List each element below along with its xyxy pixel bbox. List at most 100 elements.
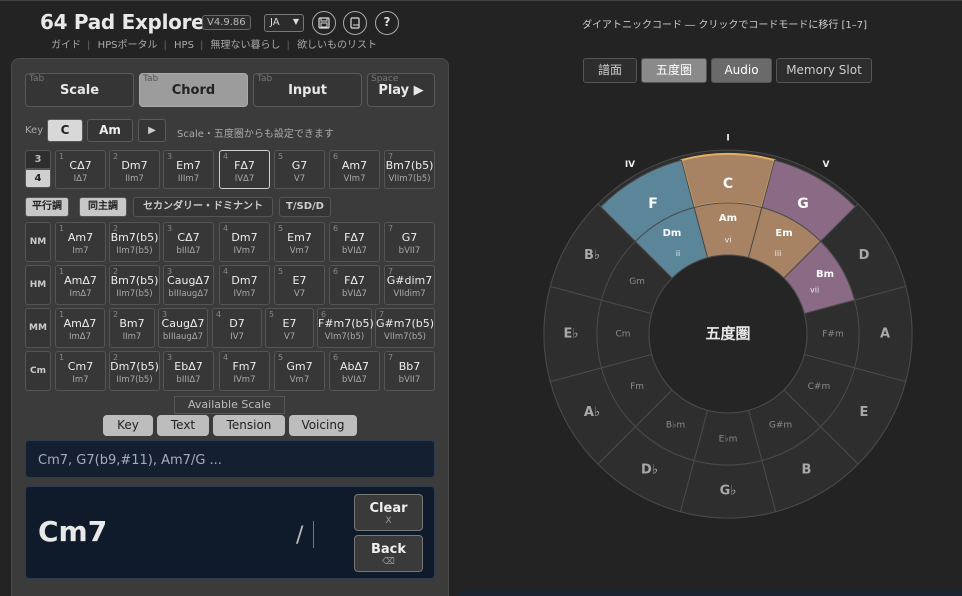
circle-key-0[interactable] [680, 153, 776, 209]
key-minor-button[interactable]: Am [87, 119, 133, 142]
nav-link-guide[interactable]: ガイド [51, 40, 81, 51]
nav-link-wishlist[interactable]: 欲しいものリスト [297, 40, 377, 51]
chord-pad[interactable]: 6 FΔ7 bVIΔ7 [329, 265, 380, 305]
language-select[interactable]: JA ▼ [264, 14, 304, 32]
pad-number: 2 [113, 310, 119, 319]
chord-input[interactable]: Cm7, G7(b9,#11), Am7/G ... [25, 440, 435, 478]
chord-pad[interactable]: 7 G#dim7 VIIdim7 [384, 265, 435, 305]
chord-pad[interactable]: 7 G#m7(b5) VIIm7(b5) [375, 308, 435, 348]
chord-pad[interactable]: 6 AbΔ7 bVIΔ7 [329, 351, 380, 391]
chord-pad[interactable]: 2 Bm7(b5) IIm7(b5) [109, 265, 160, 305]
pad-roman: Vm7 [289, 246, 310, 256]
pad-number: 5 [278, 152, 284, 161]
tab-scale[interactable]: Tab Scale [25, 73, 134, 107]
mode-secondary-dominant[interactable]: セカンダリー・ドミナント [133, 197, 273, 217]
chord-pad[interactable]: 5 E7 V7 [265, 308, 314, 348]
slash-separator: / [296, 523, 304, 548]
chord-pad[interactable]: 6 FΔ7 bVIΔ7 [329, 222, 380, 262]
chord-pad[interactable]: 4 Dm7 IVm7 [219, 222, 270, 262]
chord-pad[interactable]: 3 CaugΔ7 bIIIaugΔ7 [158, 308, 208, 348]
memory-slot-button[interactable]: Memory Slot [776, 58, 872, 83]
chord-pad[interactable]: 4 D7 IV7 [212, 308, 262, 348]
chord-pad[interactable]: 4 Dm7 IVm7 [219, 265, 270, 305]
play-button[interactable]: Space Play ▶ [367, 73, 435, 107]
chord-pad[interactable]: 5 E7 V7 [274, 265, 325, 305]
chord-pad[interactable]: 3 EbΔ7 bIIIΔ7 [163, 351, 214, 391]
chord-pad[interactable]: 2 Bm7 IIm7 [109, 308, 155, 348]
mode-parallel[interactable]: 平行調 [25, 197, 69, 217]
pad-roman: IIm7(b5) [116, 289, 153, 299]
pad-number: 3 [167, 224, 173, 233]
chord-pad[interactable]: 5 Gm7 Vm7 [274, 351, 325, 391]
pad-number: 2 [113, 152, 119, 161]
chord-pad[interactable]: 7 G7 bVII7 [384, 222, 435, 262]
diatonic-pad-1[interactable]: 1 CΔ7 IΔ7 [55, 150, 106, 189]
mode-same-tonic[interactable]: 同主調 [79, 197, 127, 217]
chord-pad[interactable]: 1 Cm7 Im7 [55, 351, 106, 391]
chord-pad[interactable]: 7 Bb7 bVII7 [384, 351, 435, 391]
chord-pad[interactable]: 3 CΔ7 bIIIΔ7 [163, 222, 214, 262]
save-button[interactable] [312, 11, 336, 35]
chord-pad[interactable]: 1 Am7 Im7 [55, 222, 106, 262]
circle-key-3[interactable] [853, 285, 913, 383]
pad-roman: bVII7 [398, 375, 421, 385]
key-play-button[interactable]: ▶ [138, 119, 166, 142]
back-label: Back [370, 542, 407, 557]
pad-number: 6 [333, 224, 339, 233]
tab-input[interactable]: Tab Input [253, 73, 362, 107]
diatonic-pad-2[interactable]: 2 Dm7 IIm7 [109, 150, 160, 189]
voicing-3-toggle[interactable]: 3 [25, 150, 51, 169]
current-chord: Cm7 [38, 515, 108, 548]
key-major-button[interactable]: C [47, 119, 83, 142]
subtab-voicing[interactable]: Voicing [289, 415, 357, 436]
book-button[interactable] [343, 11, 367, 35]
nav-link-hps[interactable]: HPS [174, 40, 194, 51]
pad-number: 6 [333, 353, 339, 362]
pad-number: 1 [59, 267, 65, 276]
nav-separator: | [87, 40, 91, 51]
nav-link-muri[interactable]: 無理ない暮らし [211, 40, 281, 51]
subtab-text[interactable]: Text [157, 415, 209, 436]
chord-pad[interactable]: 2 Dm7(b5) IIm7(b5) [109, 351, 160, 391]
pad-number: 7 [388, 353, 394, 362]
help-icon: ? [383, 15, 391, 29]
pad-number: 7 [388, 152, 394, 161]
mode-tsdd[interactable]: T/SD/D [279, 197, 331, 217]
tab-chord[interactable]: Tab Chord [139, 73, 248, 107]
available-scale-label: Available Scale [174, 396, 285, 414]
pad-number: 7 [379, 310, 385, 319]
chord-pad[interactable]: 2 Bm7(b5) IIm7(b5) [109, 222, 160, 262]
diatonic-pad-7[interactable]: 7 Bm7(b5) VIIm7(b5) [384, 150, 435, 189]
diatonic-pad-5[interactable]: 5 G7 V7 [274, 150, 325, 189]
view-score-button[interactable]: 譜面 [583, 58, 637, 83]
subtab-tension[interactable]: Tension [213, 415, 285, 436]
pad-roman: V7 [283, 332, 296, 342]
clear-button[interactable]: Clear X [354, 494, 423, 531]
diatonic-pad-3[interactable]: 3 Em7 IIIm7 [163, 150, 214, 189]
pad-roman: VIIdim7 [393, 289, 426, 299]
pad-roman: IVm7 [233, 246, 256, 256]
diatonic-pad-6[interactable]: 6 Am7 VIm7 [329, 150, 380, 189]
pad-number: 4 [223, 267, 229, 276]
chord-pad[interactable]: 1 AmΔ7 ImΔ7 [55, 265, 106, 305]
chord-pad[interactable]: 5 Em7 Vm7 [274, 222, 325, 262]
tab-label: Scale [59, 83, 100, 98]
audio-button[interactable]: Audio [711, 58, 772, 83]
view-circle-button[interactable]: 五度圏 [641, 58, 707, 83]
chord-pad[interactable]: 4 Fm7 IVm7 [219, 351, 270, 391]
nav-link-hps-portal[interactable]: HPSポータル [98, 40, 158, 51]
pad-roman: bVIΔ7 [342, 289, 367, 299]
chord-pad[interactable]: 1 AmΔ7 ImΔ7 [55, 308, 105, 348]
circle-key-9[interactable] [543, 285, 603, 383]
help-button[interactable]: ? [375, 11, 399, 35]
back-button[interactable]: Back ⌫ [354, 535, 423, 572]
circle-key-6[interactable] [679, 459, 777, 519]
subtab-key[interactable]: Key [103, 415, 153, 436]
pad-number: 5 [269, 310, 275, 319]
diatonic-pad-4[interactable]: 4 FΔ7 IVΔ7 [219, 150, 270, 189]
chord-input-placeholder: Cm7, G7(b9,#11), Am7/G ... [38, 453, 222, 468]
chord-pad[interactable]: 3 CaugΔ7 bIIIaugΔ7 [163, 265, 214, 305]
voicing-4-toggle[interactable]: 4 [25, 169, 51, 188]
tab-label: Chord [171, 83, 216, 98]
chord-pad[interactable]: 6 F#m7(b5) VIm7(b5) [317, 308, 374, 348]
